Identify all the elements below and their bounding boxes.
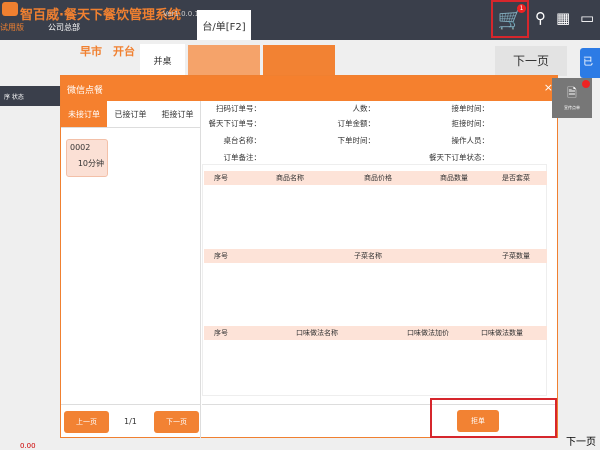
prev-page-button[interactable]: 上一页 (64, 411, 109, 433)
field-order-no: 餐天下订单号： (208, 119, 262, 128)
tab-pending[interactable]: 未接订单 (61, 101, 107, 128)
market-label: 早市 (80, 45, 102, 58)
app-title: 智百威·餐天下餐饮管理系统 (20, 8, 181, 23)
field-order-time: 下单时间： (337, 136, 376, 145)
next-page-button[interactable]: 下一页 (495, 46, 567, 76)
field-scan-order-no: 扫码订单号： (216, 104, 261, 113)
col-header: 商品数量 (440, 174, 468, 182)
open-table-button[interactable]: 开台 (113, 43, 135, 59)
col-header: 子菜数量 (502, 252, 530, 260)
col-header: 商品价格 (364, 174, 392, 182)
tab-table-order[interactable]: 台/单[F2] (197, 10, 251, 40)
col-header: 口味做法加价 (407, 329, 449, 337)
logo-icon (2, 2, 18, 16)
dialog-title: 微信点餐 (67, 86, 104, 96)
merge-table-button[interactable]: 并桌 (140, 44, 185, 78)
goods-table-header: 序号 商品名称 商品价格 商品数量 是否套菜 (204, 171, 547, 185)
page-info: 1/1 (124, 417, 137, 426)
notification-badge (582, 80, 590, 88)
tab-accepted[interactable]: 已接订单 (107, 101, 154, 128)
dialog-header: 微信点餐 × (61, 76, 557, 101)
tables-area (202, 164, 547, 396)
area-tile[interactable] (263, 45, 335, 77)
highlight-box (430, 398, 557, 438)
order-id: 0002 (70, 143, 91, 152)
field-people: 人数： (352, 104, 376, 113)
wechat-order-dialog: 微信点餐 × 未接订单 已接订单 拒接订单 0002 10分钟 上一页 1/1 … (60, 75, 558, 438)
document-icon: 🗎 (567, 86, 577, 100)
next-page-button[interactable]: 下一页 (154, 411, 199, 433)
order-elapsed: 10分钟 (77, 159, 104, 168)
top-bar: 智百威·餐天下餐饮管理系统 Ver1.0.0.1 试用版 公司总部 台/单[F2… (0, 0, 600, 40)
field-accept-time: 接单时间： (451, 104, 490, 113)
area-tile[interactable] (188, 45, 260, 77)
grid-icon[interactable]: ▦ (556, 9, 570, 27)
col-header: 序号 (214, 174, 228, 182)
side-widget-label: 宣传点单 (564, 105, 580, 110)
field-remark: 订单备注： (223, 153, 262, 162)
company-name: 公司总部 (48, 23, 80, 32)
version: Ver1.0.0.1 (163, 10, 199, 18)
col-header: 子菜名称 (354, 252, 382, 260)
taste-table-header: 序号 口味做法名称 口味做法加价 口味做法数量 (204, 326, 547, 340)
subdish-table-header: 序号 子菜名称 子菜数量 (204, 249, 547, 263)
col-header: 序号 (214, 252, 228, 260)
field-amount: 订单金额： (337, 119, 376, 128)
field-table-name: 桌台名称： (223, 136, 262, 145)
col-header: 是否套菜 (502, 174, 530, 182)
window-icon[interactable]: ▭ (580, 9, 594, 27)
col-header: 口味做法数量 (481, 329, 523, 337)
order-card[interactable]: 0002 10分钟 (66, 139, 108, 177)
col-header: 商品名称 (276, 174, 304, 182)
search-icon[interactable]: ⚲ (535, 9, 546, 27)
list-header: 序 状态 (0, 86, 62, 106)
col-header: 口味做法名称 (296, 329, 338, 337)
blue-button[interactable]: 已 (580, 48, 600, 78)
cart-badge: 1 (517, 4, 526, 13)
col-header: 序号 (214, 329, 228, 337)
field-operator: 操作人员： (451, 136, 490, 145)
trial-label: 试用版 (0, 23, 24, 32)
field-reject-time: 拒接时间： (451, 119, 490, 128)
cart-button[interactable]: 🛒 1 (491, 0, 529, 38)
side-order-widget[interactable]: 🗎 宣传点单 (552, 78, 592, 118)
field-status: 餐天下订单状态： (429, 153, 489, 162)
bottom-next-button[interactable]: 下一页 (566, 433, 596, 448)
